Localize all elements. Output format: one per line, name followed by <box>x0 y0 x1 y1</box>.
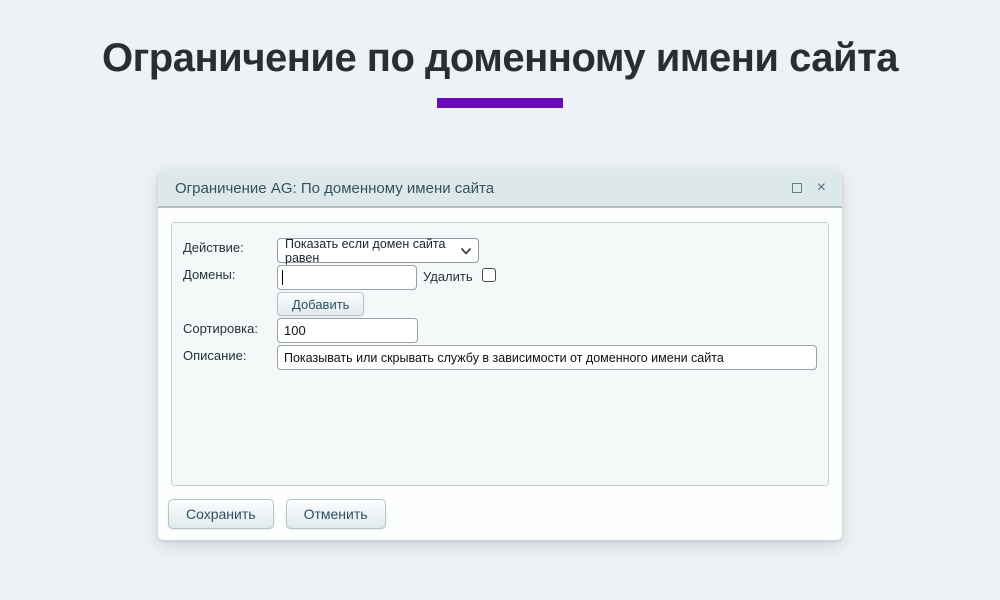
dialog-title: Ограничение AG: По доменному имени сайта <box>175 180 494 197</box>
domains-input[interactable] <box>277 265 417 290</box>
save-button[interactable]: Сохранить <box>168 499 274 529</box>
domains-label: Домены: <box>183 267 235 282</box>
action-select-value: Показать если домен сайта равен <box>285 237 456 265</box>
title-underline-decoration <box>437 98 563 108</box>
sort-input[interactable] <box>277 318 418 343</box>
dialog-window: Ограничение AG: По доменному имени сайта… <box>158 170 842 540</box>
window-controls: × <box>792 183 826 193</box>
maximize-icon[interactable] <box>792 183 802 193</box>
delete-label: Удалить <box>423 269 473 284</box>
delete-checkbox[interactable] <box>482 268 496 282</box>
description-label: Описание: <box>183 348 246 363</box>
dialog-titlebar[interactable]: Ограничение AG: По доменному имени сайта… <box>158 170 842 208</box>
dialog-footer: Сохранить Отменить <box>168 499 386 529</box>
action-select[interactable]: Показать если домен сайта равен <box>277 238 479 263</box>
sort-label: Сортировка: <box>183 321 258 336</box>
close-icon[interactable]: × <box>817 183 826 193</box>
cancel-button[interactable]: Отменить <box>286 499 386 529</box>
add-button[interactable]: Добавить <box>277 292 364 316</box>
text-caret <box>282 270 283 285</box>
description-input[interactable] <box>277 345 817 370</box>
chevron-down-icon <box>461 244 471 258</box>
action-label: Действие: <box>183 240 244 255</box>
page-title: Ограничение по доменному имени сайта <box>0 36 1000 81</box>
form-panel: Действие: Показать если домен сайта раве… <box>171 222 829 486</box>
